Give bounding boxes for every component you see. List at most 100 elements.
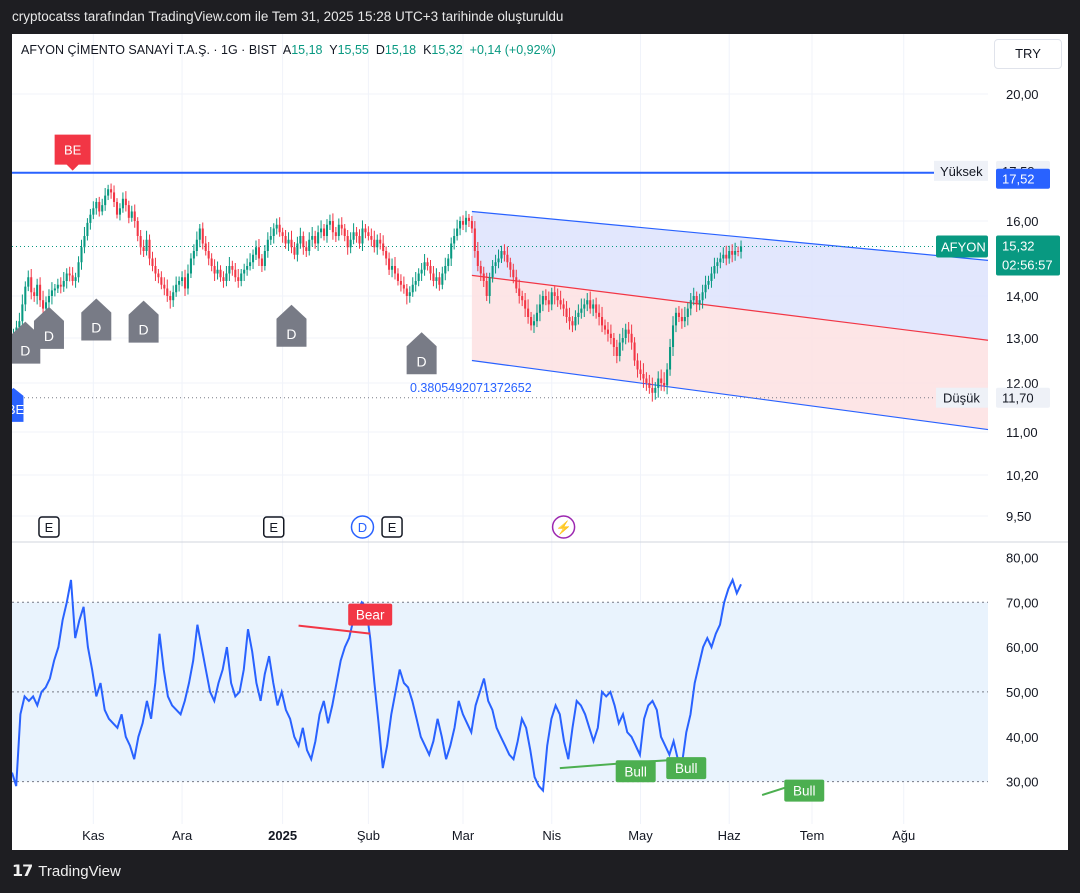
candle [450, 243, 453, 259]
price-tick-label: 9,50 [1006, 509, 1031, 524]
event-badge[interactable]: E [262, 516, 285, 538]
candle [136, 221, 139, 236]
dividend-marker[interactable]: D [276, 304, 307, 347]
candle [107, 189, 110, 196]
currency-button[interactable]: TRY [994, 39, 1062, 69]
candle [402, 284, 405, 289]
candle [571, 321, 574, 326]
candle [278, 224, 281, 233]
chart-svg[interactable]: 0.3805492071372652 DDDDDDBEBEEEDE⚡ BearB… [12, 34, 1068, 850]
dividend-marker[interactable]: D [406, 332, 437, 375]
snapshot-caption: cryptocatss tarafından TradingView.com i… [12, 9, 564, 24]
candle [506, 254, 509, 263]
dividend-marker[interactable]: D [81, 298, 112, 341]
symbol-header: AFYON ÇİMENTO SANAYİ T.A.Ş. · 1G · BIST … [21, 43, 556, 57]
candle [396, 273, 399, 281]
candle [713, 266, 716, 274]
rsi-tick-label: 30,00 [1006, 775, 1039, 790]
candle [213, 266, 216, 274]
be-flag[interactable]: BE [12, 387, 24, 422]
candle [405, 288, 408, 296]
candle [311, 236, 314, 240]
candle [583, 304, 586, 309]
candle [645, 378, 648, 383]
candle [414, 281, 417, 285]
candle [680, 317, 683, 322]
event-badge[interactable]: E [381, 516, 403, 538]
candle [621, 338, 624, 343]
time-tick-label: Kas [82, 828, 105, 843]
candle [290, 239, 293, 248]
candle [447, 258, 450, 266]
rsi-tick-label: 40,00 [1006, 730, 1039, 745]
candle [598, 312, 601, 317]
candle [615, 347, 618, 356]
dividend-marker[interactable]: D [33, 306, 64, 349]
candle [343, 228, 346, 236]
candle [627, 329, 630, 334]
candle [219, 269, 222, 278]
be-flag-label: BE [64, 143, 82, 158]
candle [352, 232, 355, 240]
bear-label: Bear [356, 608, 385, 623]
candle [467, 217, 470, 221]
countdown-tag: 02:56:57 [1002, 258, 1053, 273]
candle [110, 189, 113, 193]
candle [417, 273, 420, 281]
candle [544, 296, 547, 301]
last-price-tag: 15,32 [1002, 239, 1035, 254]
chart-panel[interactable]: 0.3805492071372652 DDDDDDBEBEEEDE⚡ BearB… [12, 34, 1068, 850]
candle [243, 269, 246, 274]
event-badge[interactable]: E [38, 516, 60, 538]
candle [488, 277, 491, 296]
candle [272, 228, 275, 236]
candle [349, 239, 352, 248]
candle [302, 236, 305, 248]
close-value: 15,32 [431, 43, 463, 57]
candle [704, 284, 707, 293]
event-badge[interactable]: ⚡ [551, 515, 576, 539]
rsi-tick-label: 80,00 [1006, 550, 1039, 565]
candle [249, 262, 252, 266]
candle [633, 342, 636, 361]
be-flag[interactable]: BE [54, 134, 91, 171]
candle [722, 254, 725, 259]
candle [234, 269, 237, 278]
dividend-marker-label: D [44, 328, 54, 344]
candle [432, 273, 435, 281]
candle [592, 304, 595, 309]
candle [296, 243, 299, 255]
candle [228, 266, 231, 274]
channel-coefficient-label: 0.3805492071372652 [410, 381, 532, 395]
candle [612, 338, 615, 347]
candle [648, 383, 651, 388]
event-badge[interactable]: D [350, 515, 375, 539]
candle [308, 239, 311, 251]
candle [118, 208, 121, 215]
candle [98, 201, 101, 212]
rsi-tick-label: 60,00 [1006, 640, 1039, 655]
dividend-marker[interactable]: D [128, 300, 159, 343]
candle [595, 304, 598, 313]
candle [426, 262, 429, 266]
candle [169, 296, 172, 301]
candle [314, 236, 317, 244]
candle [68, 273, 71, 276]
candle [725, 254, 728, 259]
dividend-marker-label: D [286, 326, 296, 342]
dividend-marker-label: D [417, 353, 427, 369]
candle [701, 292, 704, 301]
candle [86, 222, 89, 236]
bull-label: Bull [793, 784, 816, 799]
candle [142, 247, 145, 251]
price-tick-label: 13,00 [1006, 331, 1039, 346]
candle [683, 317, 686, 322]
regression-channel[interactable]: 0.3805492071372652 [410, 210, 989, 431]
time-tick-label: Ara [172, 828, 193, 843]
candle [636, 360, 639, 370]
candle [559, 300, 562, 305]
candle [624, 329, 627, 338]
candle [393, 266, 397, 274]
candle [50, 290, 53, 296]
low-value: 15,18 [384, 43, 417, 57]
